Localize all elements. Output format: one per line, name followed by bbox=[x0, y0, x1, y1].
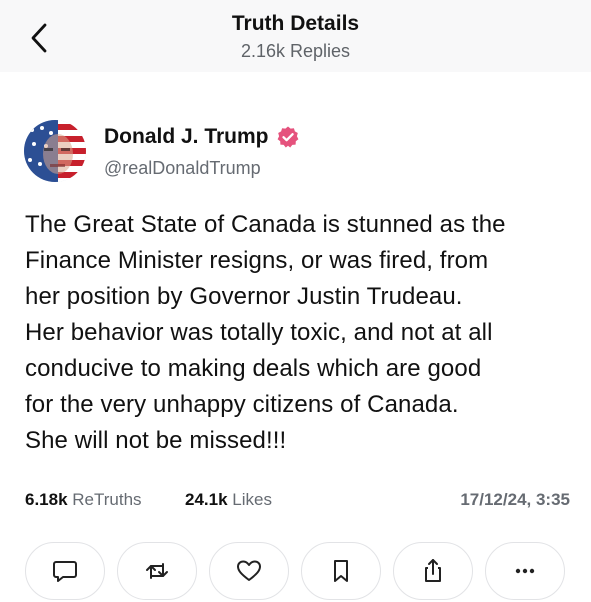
share-button[interactable] bbox=[393, 542, 473, 600]
top-bar: Truth Details 2.16k Replies bbox=[0, 0, 591, 72]
bookmark-button[interactable] bbox=[301, 542, 381, 600]
post-text: The Great State of Canada is stunned as … bbox=[25, 211, 506, 454]
likes-count: 24.1k bbox=[185, 490, 228, 509]
retruths-label: ReTruths bbox=[72, 490, 142, 509]
action-bar bbox=[25, 542, 585, 602]
likes-stat[interactable]: 24.1k Likes bbox=[185, 490, 272, 510]
avatar[interactable] bbox=[24, 120, 86, 182]
more-button[interactable] bbox=[485, 542, 565, 600]
bookmark-icon bbox=[334, 560, 348, 582]
author-handle[interactable]: @realDonaldTrump bbox=[104, 158, 261, 179]
replies-count: 2.16k Replies bbox=[240, 41, 351, 61]
repost-icon bbox=[146, 563, 168, 579]
author-name: Donald J. Trump bbox=[104, 125, 269, 148]
retruths-stat[interactable]: 6.18k ReTruths bbox=[25, 490, 142, 510]
post-stats: 6.18k ReTruths 24.1k Likes 17/12/24, 3:3… bbox=[25, 490, 570, 514]
reply-button[interactable] bbox=[25, 542, 105, 600]
more-icon bbox=[515, 568, 535, 574]
avatar-image bbox=[24, 120, 86, 182]
retruth-button[interactable] bbox=[117, 542, 197, 600]
comment-icon bbox=[53, 561, 77, 582]
heart-icon bbox=[237, 560, 261, 581]
page-title: Truth Details bbox=[231, 12, 360, 35]
verified-badge-icon bbox=[276, 125, 300, 149]
post-timestamp: 17/12/24, 3:35 bbox=[460, 490, 570, 509]
likes-label: Likes bbox=[232, 490, 272, 509]
retruths-count: 6.18k bbox=[25, 490, 68, 509]
like-button[interactable] bbox=[209, 542, 289, 600]
author-name-row[interactable]: Donald J. Trump bbox=[104, 125, 300, 149]
share-icon bbox=[425, 559, 441, 582]
